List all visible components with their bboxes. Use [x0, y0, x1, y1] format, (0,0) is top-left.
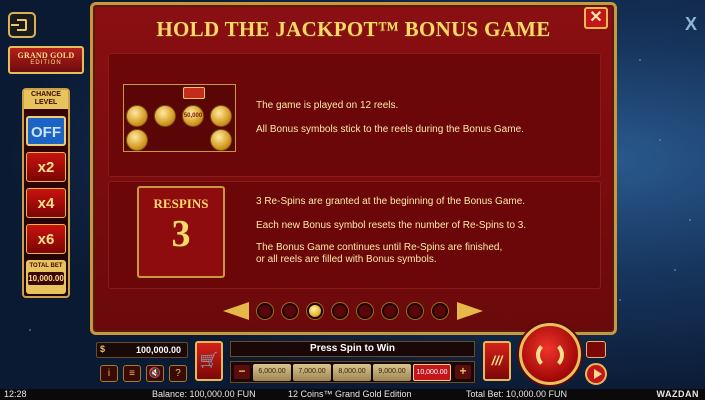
chance-level-title: CHANCE LEVEL — [24, 90, 68, 109]
info-panel: HOLD THE JACKPOT™ BONUS GAME ✕ 50,000 Th… — [90, 2, 617, 335]
reels-illustration: 50,000 — [123, 84, 236, 152]
rules-text: Each new Bonus symbol resets the number … — [256, 220, 527, 231]
bet-option-selected[interactable]: 10,000.00 — [413, 364, 451, 381]
page-dot[interactable] — [357, 303, 373, 319]
respins-title: RESPINS — [153, 196, 209, 211]
rules-text: or all reels are filled with Bonus symbo… — [256, 254, 437, 265]
autoplay-settings-button[interactable] — [586, 341, 606, 358]
logo-line1: GRAND GOLD — [17, 51, 75, 60]
bonus-coin — [154, 105, 176, 127]
status-message: Press Spin to Win — [230, 341, 475, 357]
chance-title-line2: LEVEL — [34, 99, 58, 106]
total-bet-label: TOTAL BET — [29, 263, 63, 269]
page-dot-active[interactable] — [307, 303, 323, 319]
page-dot[interactable] — [407, 303, 423, 319]
chance-off-button[interactable]: OFF — [26, 116, 66, 146]
bet-decrease-button[interactable]: − — [234, 365, 250, 379]
respins-badge: RESPINS 3 — [137, 186, 225, 278]
bet-option[interactable]: 6,000.00 — [253, 364, 291, 381]
bonus-coin — [210, 105, 232, 127]
close-button[interactable]: ✕ — [584, 7, 608, 29]
turbo-icon: /// — [491, 353, 503, 368]
rules-text: The Bonus Game continues until Re-Spins … — [256, 242, 503, 253]
respins-section: RESPINS 3 3 Re-Spins are granted at the … — [108, 181, 601, 289]
outer-close-icon[interactable]: X — [685, 14, 697, 35]
money-bag-icon: $ — [100, 344, 106, 354]
prev-page-arrow-icon[interactable] — [223, 302, 249, 320]
chance-level-panel: CHANCE LEVEL OFF x2 x4 x6 TOTAL BET 10,0… — [22, 88, 70, 298]
rules-text: All Bonus symbols stick to the reels dur… — [256, 124, 524, 135]
info-button[interactable]: i — [100, 365, 118, 382]
autoplay-button[interactable] — [585, 363, 607, 385]
sound-toggle-button[interactable]: 🔇 — [146, 365, 164, 382]
rules-text: The game is played on 12 reels. — [256, 100, 399, 111]
footer-bar: 12:28 Balance: 100,000.00 FUN 12 Coins™ … — [0, 389, 705, 400]
exit-icon — [11, 19, 27, 31]
bet-option[interactable]: 7,000.00 — [293, 364, 331, 381]
jackpot-symbol — [183, 87, 205, 99]
page-dot[interactable] — [257, 303, 273, 319]
chance-x6-button[interactable]: x6 — [26, 224, 66, 254]
respins-count: 3 — [171, 213, 191, 255]
balance-value: 100,000.00 — [135, 345, 181, 355]
bonus-coin — [126, 129, 148, 151]
page-dot[interactable] — [332, 303, 348, 319]
total-bet-display: TOTAL BET 10,000.00 — [26, 260, 66, 294]
help-button[interactable]: ? — [169, 365, 187, 382]
page-dot[interactable] — [282, 303, 298, 319]
bonus-coin: 50,000 — [182, 105, 204, 127]
panel-title: HOLD THE JACKPOT™ BONUS GAME — [156, 17, 551, 41]
footer-game-name: 12 Coins™ Grand Gold Edition — [288, 389, 412, 399]
bet-increase-button[interactable]: + — [455, 365, 471, 379]
brand-logo: WAZDAN — [656, 389, 699, 399]
total-bet-value: 10,000.00 — [28, 272, 64, 285]
turbo-button[interactable]: /// — [483, 341, 511, 381]
menu-button[interactable]: ≡ — [123, 365, 141, 382]
chance-x2-button[interactable]: x2 — [26, 152, 66, 182]
spin-button[interactable] — [519, 323, 581, 385]
buy-feature-button[interactable]: 🛒 — [195, 341, 223, 381]
spin-arrows-icon — [536, 341, 564, 369]
page-dot[interactable] — [382, 303, 398, 319]
clock: 12:28 — [4, 389, 27, 399]
exit-button[interactable] — [8, 12, 36, 38]
next-page-arrow-icon[interactable] — [457, 302, 483, 320]
chance-x4-button[interactable]: x4 — [26, 188, 66, 218]
page-dot[interactable] — [432, 303, 448, 319]
bonus-coin — [126, 105, 148, 127]
bet-selector: − 6,000.00 7,000.00 8,000.00 9,000.00 10… — [230, 361, 475, 383]
cart-icon: 🛒 — [199, 352, 219, 369]
chance-title-line1: CHANCE — [31, 91, 61, 98]
rules-text: 3 Re-Spins are granted at the beginning … — [256, 196, 526, 207]
bet-option[interactable]: 9,000.00 — [373, 364, 411, 381]
game-logo: GRAND GOLD EDITION — [8, 46, 84, 74]
bonus-reels-section: 50,000 The game is played on 12 reels. A… — [108, 53, 601, 177]
logo-line2: EDITION — [30, 60, 62, 66]
footer-total-bet: Total Bet: 10,000.00 FUN — [466, 389, 568, 399]
bet-option[interactable]: 8,000.00 — [333, 364, 371, 381]
footer-balance: Balance: 100,000.00 FUN — [152, 389, 256, 399]
bonus-coin — [210, 129, 232, 151]
balance-display: $ 100,000.00 — [96, 342, 188, 358]
page-navigator — [223, 302, 483, 320]
